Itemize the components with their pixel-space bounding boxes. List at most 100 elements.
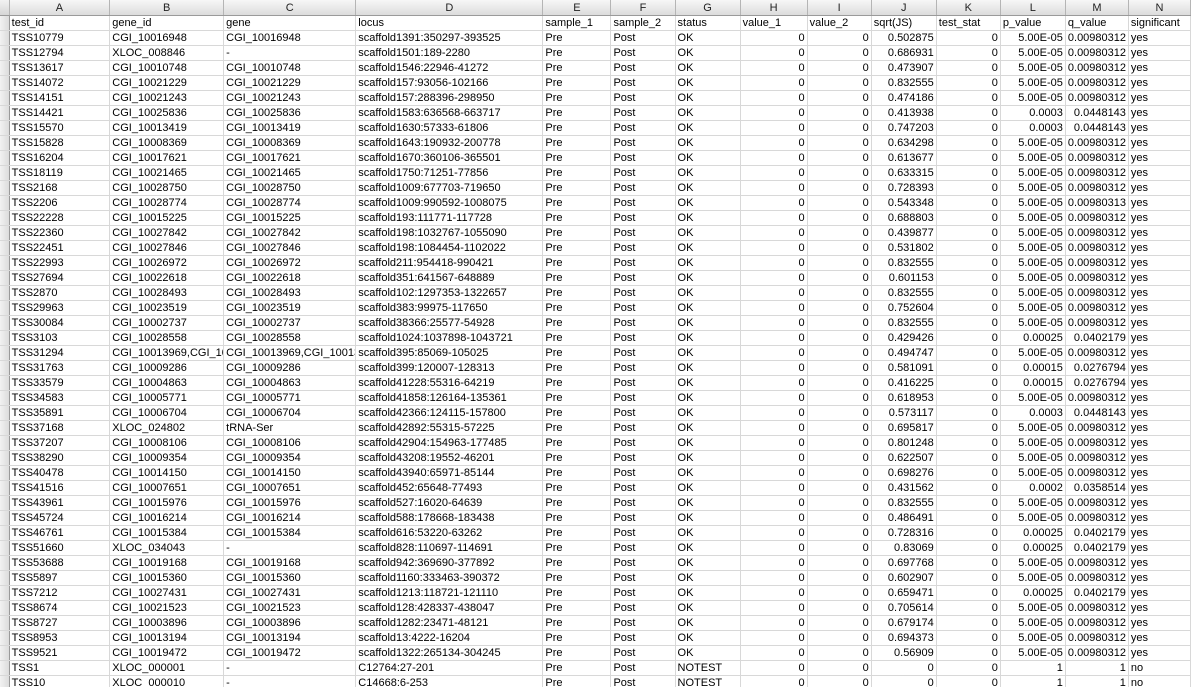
cell-d[interactable]: scaffold157:288396-298950	[355, 90, 544, 106]
cell-n[interactable]: yes	[1128, 225, 1191, 241]
cell-k[interactable]: 0	[936, 450, 1001, 466]
cell-f[interactable]: Post	[610, 390, 676, 406]
cell-i[interactable]: 0	[807, 330, 872, 346]
cell-j[interactable]: 0.728316	[871, 525, 937, 541]
cell-a[interactable]: TSS13617	[9, 60, 111, 76]
cell-a[interactable]: TSS10	[9, 675, 111, 687]
cell-c[interactable]: CGI_10008369	[223, 135, 357, 151]
cell-k[interactable]: 0	[936, 30, 1001, 46]
cell-c[interactable]: CGI_10015976	[223, 495, 357, 511]
cell-f[interactable]: Post	[610, 480, 676, 496]
cell-m[interactable]: q_value	[1065, 15, 1129, 31]
row-header[interactable]	[0, 480, 10, 496]
cell-n[interactable]: yes	[1128, 330, 1191, 346]
cell-k[interactable]: 0	[936, 165, 1001, 181]
cell-h[interactable]: 0	[740, 555, 808, 571]
cell-f[interactable]: Post	[610, 450, 676, 466]
row-header[interactable]	[0, 75, 10, 91]
cell-k[interactable]: 0	[936, 45, 1001, 61]
cell-d[interactable]: scaffold43940:65971-85144	[355, 465, 544, 481]
cell-m[interactable]: 1	[1065, 660, 1129, 676]
cell-f[interactable]: Post	[610, 600, 676, 616]
cell-g[interactable]: OK	[675, 585, 741, 601]
row-header[interactable]	[0, 30, 10, 46]
cell-m[interactable]: 0.0448143	[1065, 105, 1129, 121]
cell-a[interactable]: TSS35891	[9, 405, 111, 421]
cell-b[interactable]: gene_id	[109, 15, 225, 31]
row-header[interactable]	[0, 600, 10, 616]
cell-n[interactable]: yes	[1128, 315, 1191, 331]
cell-j[interactable]: 0.686931	[871, 45, 937, 61]
cell-g[interactable]: OK	[675, 270, 741, 286]
cell-l[interactable]: 5.00E-05	[1000, 135, 1066, 151]
cell-b[interactable]: CGI_10019472	[109, 645, 225, 661]
cell-e[interactable]: Pre	[542, 615, 612, 631]
cell-a[interactable]: TSS2870	[9, 285, 111, 301]
cell-k[interactable]: 0	[936, 375, 1001, 391]
cell-m[interactable]: 0.00980312	[1065, 450, 1129, 466]
cell-m[interactable]: 0.00980312	[1065, 150, 1129, 166]
cell-k[interactable]: 0	[936, 435, 1001, 451]
cell-g[interactable]: OK	[675, 540, 741, 556]
cell-n[interactable]: yes	[1128, 180, 1191, 196]
column-header-k[interactable]: K	[936, 0, 1001, 16]
cell-e[interactable]: Pre	[542, 135, 612, 151]
row-header[interactable]	[0, 585, 10, 601]
cell-i[interactable]: 0	[807, 660, 872, 676]
cell-l[interactable]: 5.00E-05	[1000, 60, 1066, 76]
cell-a[interactable]: TSS27694	[9, 270, 111, 286]
cell-g[interactable]: OK	[675, 315, 741, 331]
cell-i[interactable]: 0	[807, 165, 872, 181]
cell-g[interactable]: OK	[675, 555, 741, 571]
cell-k[interactable]: 0	[936, 585, 1001, 601]
cell-m[interactable]: 0.00980312	[1065, 600, 1129, 616]
cell-m[interactable]: 0.0402179	[1065, 330, 1129, 346]
cell-g[interactable]: OK	[675, 450, 741, 466]
cell-b[interactable]: CGI_10015225	[109, 210, 225, 226]
cell-n[interactable]: yes	[1128, 525, 1191, 541]
cell-d[interactable]: scaffold527:16020-64639	[355, 495, 544, 511]
cell-h[interactable]: 0	[740, 510, 808, 526]
cell-d[interactable]: scaffold1643:190932-200778	[355, 135, 544, 151]
cell-j[interactable]: 0.618953	[871, 390, 937, 406]
cell-l[interactable]: 0.0003	[1000, 405, 1066, 421]
cell-k[interactable]: 0	[936, 270, 1001, 286]
cell-b[interactable]: CGI_10002737	[109, 315, 225, 331]
cell-c[interactable]: CGI_10007651	[223, 480, 357, 496]
cell-k[interactable]: 0	[936, 615, 1001, 631]
cell-c[interactable]: CGI_10016948	[223, 30, 357, 46]
row-header[interactable]	[0, 45, 10, 61]
cell-g[interactable]: OK	[675, 180, 741, 196]
cell-f[interactable]: Post	[610, 555, 676, 571]
cell-m[interactable]: 0.00980312	[1065, 60, 1129, 76]
cell-a[interactable]: TSS18119	[9, 165, 111, 181]
cell-f[interactable]: Post	[610, 255, 676, 271]
cell-j[interactable]: 0.439877	[871, 225, 937, 241]
cell-n[interactable]: yes	[1128, 135, 1191, 151]
cell-c[interactable]: CGI_10028558	[223, 330, 357, 346]
row-header[interactable]	[0, 135, 10, 151]
cell-d[interactable]: scaffold43208:19552-46201	[355, 450, 544, 466]
row-header[interactable]	[0, 240, 10, 256]
cell-d[interactable]: scaffold41858:126164-135361	[355, 390, 544, 406]
cell-d[interactable]: scaffold452:65648-77493	[355, 480, 544, 496]
cell-j[interactable]: 0.473907	[871, 60, 937, 76]
cell-l[interactable]: 0.00025	[1000, 330, 1066, 346]
cell-i[interactable]: value_2	[807, 15, 872, 31]
cell-f[interactable]: Post	[610, 150, 676, 166]
cell-i[interactable]: 0	[807, 105, 872, 121]
cell-f[interactable]: Post	[610, 225, 676, 241]
cell-g[interactable]: OK	[675, 570, 741, 586]
cell-l[interactable]: 5.00E-05	[1000, 150, 1066, 166]
cell-i[interactable]: 0	[807, 180, 872, 196]
cell-l[interactable]: 5.00E-05	[1000, 165, 1066, 181]
cell-e[interactable]: Pre	[542, 540, 612, 556]
cell-n[interactable]: yes	[1128, 615, 1191, 631]
cell-k[interactable]: 0	[936, 600, 1001, 616]
cell-m[interactable]: 0.00980312	[1065, 255, 1129, 271]
cell-b[interactable]: CGI_10021243	[109, 90, 225, 106]
cell-j[interactable]: 0.688803	[871, 210, 937, 226]
cell-i[interactable]: 0	[807, 255, 872, 271]
cell-n[interactable]: yes	[1128, 435, 1191, 451]
cell-j[interactable]: sqrt(JS)	[871, 15, 937, 31]
